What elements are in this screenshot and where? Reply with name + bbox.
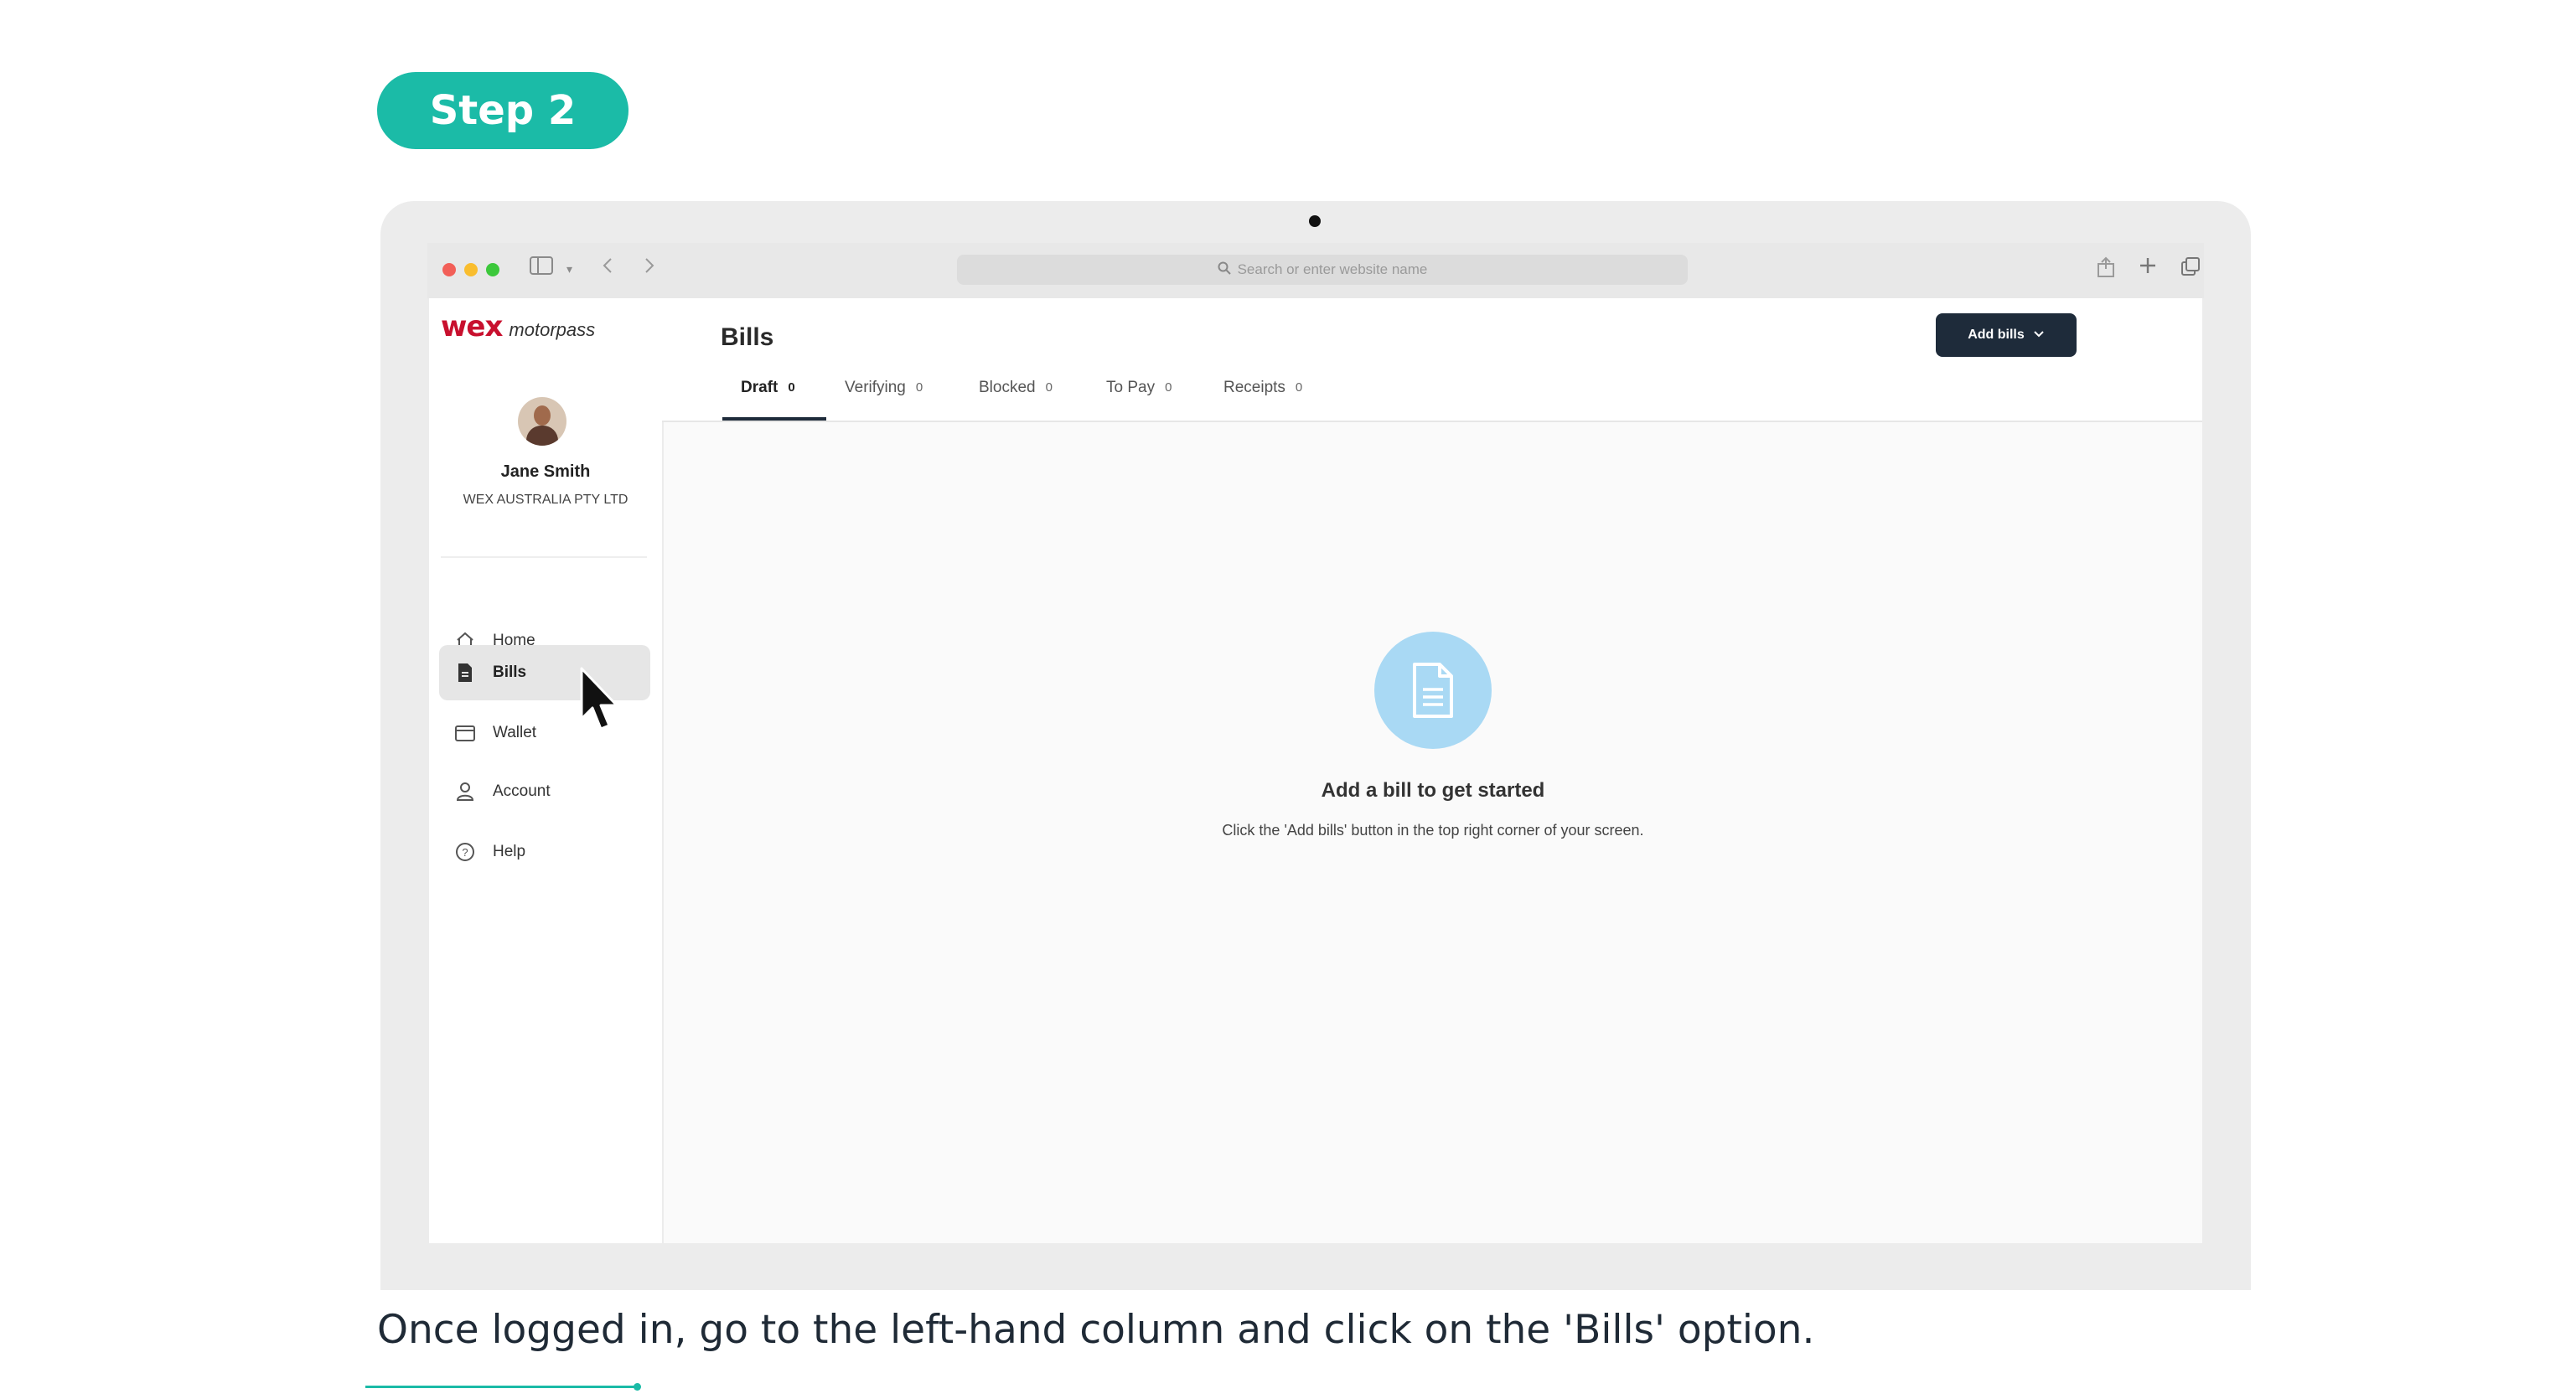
logo-product: motorpass — [509, 319, 596, 340]
tab-label: To Pay — [1106, 379, 1156, 396]
tab-count: 0 — [1165, 380, 1172, 395]
wallet-icon — [454, 722, 476, 744]
sidebar-toggle-icon[interactable] — [530, 256, 553, 281]
sidebar-item-help[interactable]: ? Help — [439, 824, 650, 880]
search-icon — [1218, 261, 1231, 279]
tab-label: Blocked — [979, 379, 1036, 396]
address-bar-placeholder: Search or enter website name — [1237, 261, 1428, 277]
svg-text:?: ? — [462, 846, 468, 859]
bill-icon — [454, 662, 476, 684]
tab-label: Receipts — [1223, 379, 1285, 396]
tab-count: 0 — [915, 380, 923, 395]
user-icon — [454, 781, 476, 803]
page-title: Bills — [721, 323, 774, 351]
tab-to-pay[interactable]: To Pay 0 — [1106, 379, 1172, 421]
share-icon[interactable] — [2097, 256, 2115, 285]
step-badge: Step 2 — [377, 72, 628, 149]
active-tab-indicator — [722, 417, 826, 421]
empty-state-title: Add a bill to get started — [1321, 779, 1545, 802]
forward-icon[interactable] — [644, 256, 655, 281]
tab-count: 0 — [788, 380, 795, 395]
address-bar[interactable]: Search or enter website name — [957, 255, 1688, 285]
sidebar-item-label: Wallet — [493, 724, 537, 741]
back-icon[interactable] — [602, 256, 613, 281]
tab-count: 0 — [1295, 380, 1303, 395]
tab-blocked[interactable]: Blocked 0 — [979, 379, 1053, 421]
avatar[interactable] — [518, 397, 566, 446]
add-bills-button[interactable]: Add bills — [1936, 313, 2077, 357]
page-header: Bills Add bills Draft 0 Verifying 0 Bloc… — [662, 298, 2202, 422]
help-icon: ? — [454, 841, 476, 863]
window-close-button[interactable] — [442, 263, 456, 276]
window-zoom-button[interactable] — [486, 263, 499, 276]
sidebar-item-label: Help — [493, 843, 526, 860]
caption-underline-dot — [634, 1383, 641, 1391]
tab-overview-icon[interactable] — [2180, 256, 2201, 283]
user-name: Jane Smith — [500, 462, 591, 481]
instruction-caption: Once logged in, go to the left-hand colu… — [377, 1307, 1815, 1353]
caption-underline — [365, 1386, 637, 1388]
mouse-pointer-icon — [578, 667, 622, 741]
laptop-camera — [1309, 215, 1321, 227]
sidebar-item-label: Bills — [493, 663, 527, 681]
tab-label: Verifying — [845, 379, 906, 396]
empty-state-description: Click the 'Add bills' button in the top … — [1222, 822, 1644, 839]
chevron-down-icon — [2033, 328, 2045, 343]
tab-verifying[interactable]: Verifying 0 — [845, 379, 923, 421]
app-screen: wex motorpass Jane Smith WEX AUSTRALIA P… — [429, 298, 2202, 1243]
tab-draft[interactable]: Draft 0 — [741, 379, 795, 421]
add-bills-label: Add bills — [1968, 328, 2025, 342]
sidebar-item-label: Account — [493, 782, 551, 800]
sidebar-divider — [441, 556, 647, 558]
empty-state-document-icon — [1374, 632, 1492, 749]
sidebar-item-account[interactable]: Account — [439, 764, 650, 819]
new-tab-icon[interactable] — [2139, 256, 2157, 281]
window-minimize-button[interactable] — [464, 263, 478, 276]
wex-motorpass-logo[interactable]: wex motorpass — [441, 310, 595, 343]
user-organization: WEX AUSTRALIA PTY LTD — [463, 493, 628, 507]
chevron-down-icon[interactable]: ▾ — [566, 256, 572, 281]
tab-label: Draft — [741, 379, 778, 396]
sidebar: wex motorpass Jane Smith WEX AUSTRALIA P… — [429, 298, 664, 1243]
logo-brand: wex — [441, 310, 503, 343]
tab-receipts[interactable]: Receipts 0 — [1223, 379, 1302, 421]
tab-count: 0 — [1045, 380, 1053, 395]
